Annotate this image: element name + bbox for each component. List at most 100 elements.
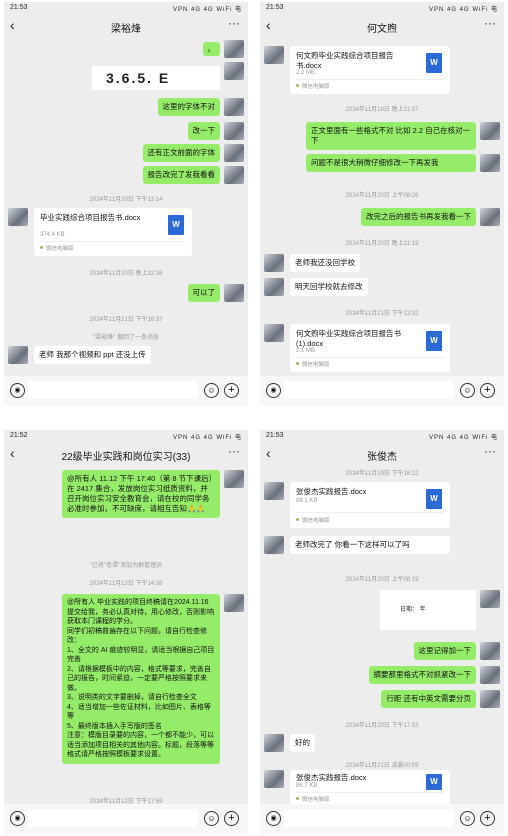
- avatar[interactable]: [224, 62, 244, 80]
- plus-icon[interactable]: +: [480, 383, 495, 398]
- emoji-icon[interactable]: ☺: [204, 811, 219, 826]
- message-bubble[interactable]: 这里记得加一下: [413, 642, 476, 660]
- file-message[interactable]: 何文煦毕业实践综合项目报告书(1).docx 2.1 MB 微信电脑版 W: [290, 324, 450, 372]
- word-file-icon: W: [426, 331, 442, 351]
- message-bubble[interactable]: 老师我还没回学校: [290, 254, 360, 272]
- message-bubble[interactable]: 报告改完了发我看看: [142, 166, 220, 184]
- chat-screen-he: 21:53 VPN 4G 4G WiFi 电 ‹ 何文煦 ··· 何文煦毕业实践…: [260, 2, 504, 406]
- avatar[interactable]: [224, 122, 244, 140]
- avatar[interactable]: [264, 324, 284, 342]
- avatar[interactable]: [224, 470, 244, 488]
- message-bubble[interactable]: 问题不是很大稍微仔细修改一下再发我: [306, 154, 476, 172]
- message-input[interactable]: [28, 381, 198, 399]
- message-bubble[interactable]: 改一下: [187, 122, 220, 140]
- avatar[interactable]: [224, 594, 244, 612]
- message-bubble[interactable]: 好的: [290, 734, 315, 752]
- avatar[interactable]: [224, 166, 244, 184]
- file-source: 微信电脑版: [302, 518, 330, 524]
- avatar[interactable]: [480, 154, 500, 172]
- timestamp: 2024年11月21日 下午16:37: [89, 317, 163, 323]
- emoji-icon[interactable]: ☺: [460, 383, 475, 398]
- avatar[interactable]: [224, 40, 244, 58]
- timestamp: 2024年11月12日 下午14:38: [89, 581, 163, 587]
- voice-icon[interactable]: ◉: [10, 811, 25, 826]
- message-bubble[interactable]: 老师 我那个视频和 ppt 还没上传: [34, 346, 151, 364]
- message-bubble[interactable]: 摘要那里格式不对抓紧改一下: [368, 666, 476, 684]
- message-bubble[interactable]: 明天回学校就去修改: [290, 278, 368, 296]
- back-icon[interactable]: ‹: [10, 445, 15, 461]
- message-bubble[interactable]: 老师改完了 你看一下这样可以了吗: [290, 536, 450, 554]
- back-icon[interactable]: ‹: [10, 17, 15, 33]
- avatar[interactable]: [8, 208, 28, 226]
- avatar[interactable]: [264, 770, 284, 788]
- emoji-icon[interactable]: ☺: [204, 383, 219, 398]
- plus-icon[interactable]: +: [480, 811, 495, 826]
- file-message[interactable]: 毕业实践综合项目报告书.docx 374.4 KB 微信电脑版 W: [34, 208, 192, 256]
- image-message[interactable]: 3.6.5. E: [92, 66, 220, 90]
- avatar[interactable]: [8, 346, 28, 364]
- avatar[interactable]: [264, 536, 284, 554]
- image-message[interactable]: 日期： 年: [380, 590, 476, 630]
- status-icons: VPN 4G 4G WiFi 电: [172, 7, 242, 13]
- more-icon[interactable]: ···: [228, 16, 240, 30]
- avatar[interactable]: [224, 284, 244, 302]
- timestamp: 2024年11月20日 上午08:19: [345, 577, 419, 583]
- message-list[interactable]: 何文煦毕业实践综合项目报告书.docx 2.2 MB 微信电脑版 W 2024年…: [260, 38, 504, 378]
- voice-icon[interactable]: ◉: [266, 811, 281, 826]
- back-icon[interactable]: ‹: [266, 445, 271, 461]
- status-bar: 21:53 VPN 4G 4G WiFi 电: [4, 2, 248, 14]
- wechat-pc-icon: [40, 246, 43, 249]
- plus-icon[interactable]: +: [224, 383, 239, 398]
- message-bubble[interactable]: 这里的字体不对: [157, 98, 220, 116]
- avatar[interactable]: [480, 122, 500, 140]
- message-bubble[interactable]: 还有正文前面的字体: [142, 144, 220, 162]
- input-bar: ◉ ☺ +: [4, 376, 248, 406]
- more-icon[interactable]: ···: [484, 16, 496, 30]
- message-input[interactable]: [284, 381, 454, 399]
- chat-title: 梁裕烽: [111, 24, 141, 35]
- avatar[interactable]: [224, 98, 244, 116]
- voice-icon[interactable]: ◉: [10, 383, 25, 398]
- file-message[interactable]: 张俊杰实践报告.docx 88.1 KB 微信电脑版 W: [290, 482, 450, 528]
- file-message[interactable]: 张俊杰实践报告.docx 86.7 KB 微信电脑版 W: [290, 770, 450, 804]
- avatar[interactable]: [224, 144, 244, 162]
- divider: [296, 792, 444, 793]
- message-list[interactable]: 。 3.6.5. E 这里的字体不对 改一下 还有正文前面的字体 报告改完了发我…: [4, 38, 248, 378]
- emoji-icon[interactable]: ☺: [460, 811, 475, 826]
- message-bubble[interactable]: @所有人 毕业实践的项目终稿请在2024.11.16 提交给我，务必认真对待，用…: [62, 594, 220, 764]
- message-row: 老师 我那个视频和 ppt 还没上传: [4, 346, 248, 368]
- avatar[interactable]: [480, 208, 500, 226]
- avatar[interactable]: [480, 690, 500, 708]
- avatar[interactable]: [264, 278, 284, 296]
- message-list[interactable]: 2024年11月19日 下午16:22 张俊杰实践报告.docx 88.1 KB…: [260, 466, 504, 806]
- message-input[interactable]: [284, 809, 454, 827]
- message-bubble[interactable]: 。: [202, 42, 220, 56]
- status-icons: VPN 4G 4G WiFi 电: [428, 435, 498, 441]
- message-input[interactable]: [28, 809, 198, 827]
- plus-icon[interactable]: +: [224, 811, 239, 826]
- message-list[interactable]: @所有人 11.12 下午 17:40（第 8 节下课后）在 2417 集合，发…: [4, 466, 248, 806]
- voice-icon[interactable]: ◉: [266, 383, 281, 398]
- message-row: 改完之后的报告书再发我看一下: [260, 208, 504, 228]
- message-row: 老师我还没回学校: [260, 254, 504, 274]
- message-bubble[interactable]: 可以了: [187, 284, 220, 302]
- message-bubble[interactable]: 改完之后的报告书再发我看一下: [361, 208, 476, 226]
- more-icon[interactable]: ···: [228, 444, 240, 458]
- file-name: 何文煦毕业实践综合项目报告书(1).docx: [296, 329, 401, 348]
- file-message[interactable]: 何文煦毕业实践综合项目报告书.docx 2.2 MB 微信电脑版 W: [290, 46, 450, 94]
- back-icon[interactable]: ‹: [266, 17, 271, 33]
- file-size: 374.4 KB: [40, 232, 65, 238]
- divider: [40, 241, 186, 242]
- message-bubble[interactable]: 行距 还有中英文需要分页: [381, 690, 476, 708]
- avatar[interactable]: [480, 666, 500, 684]
- message-bubble[interactable]: @所有人 11.12 下午 17:40（第 8 节下课后）在 2417 集合，发…: [62, 470, 220, 518]
- avatar[interactable]: [480, 590, 500, 608]
- avatar[interactable]: [480, 642, 500, 660]
- avatar[interactable]: [264, 482, 284, 500]
- avatar[interactable]: [264, 254, 284, 272]
- avatar[interactable]: [264, 734, 284, 752]
- wechat-pc-icon: [296, 362, 299, 365]
- message-bubble[interactable]: 正文里面有一些格式不对 比如 2.2 自己在核对一下: [306, 122, 476, 150]
- avatar[interactable]: [264, 46, 284, 64]
- more-icon[interactable]: ···: [484, 444, 496, 458]
